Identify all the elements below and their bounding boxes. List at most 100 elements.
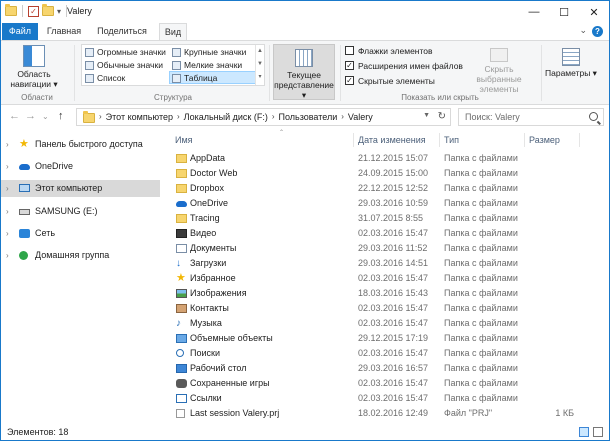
column-divider[interactable] [579, 133, 580, 147]
details-view-icon[interactable] [579, 427, 589, 437]
hide-selected-button[interactable]: Скрыть выбранные элементы [461, 48, 537, 94]
expand-chevron-icon[interactable]: › [6, 225, 9, 242]
file-row[interactable]: Dropbox 22.12.2015 12:52 Папка с файлами [169, 181, 607, 196]
tab-share[interactable]: Поделиться [89, 23, 155, 40]
file-row[interactable]: Tracing 31.07.2015 8:55 Папка с файлами [169, 211, 607, 226]
breadcrumb-this-pc[interactable]: Этот компьютер [106, 112, 173, 122]
collapse-ribbon-icon[interactable]: ⌄ [579, 25, 587, 36]
properties-icon[interactable]: ✓ [28, 5, 39, 17]
nav-item-quick-access[interactable]: › ★ Панель быстрого доступа [1, 136, 160, 153]
back-button[interactable]: ← [9, 110, 20, 122]
star-icon: ★ [19, 138, 29, 150]
file-row[interactable]: Ссылки 02.03.2016 15:47 Папка с файлами [169, 391, 607, 406]
file-row[interactable]: Сохраненные игры 02.03.2016 15:47 Папка с … [169, 376, 607, 391]
customize-toolbar-icon[interactable]: ▾ [57, 7, 61, 16]
file-date: 18.02.2016 12:49 [358, 408, 429, 418]
file-type: Папка с файлами [444, 258, 518, 268]
file-row[interactable]: Рабочий стол 29.03.2016 16:57 Папка с файл… [169, 361, 607, 376]
close-button[interactable]: ✕ [579, 1, 609, 23]
options-button[interactable]: Параметры ▾ [545, 48, 597, 78]
folder-icon [176, 184, 187, 193]
column-divider[interactable] [524, 133, 525, 147]
checkbox[interactable]: ✓ [345, 61, 354, 70]
folder-icon [176, 169, 187, 178]
file-type: Папка с файлами [444, 318, 518, 328]
file-name: Загрузки [190, 258, 227, 268]
layout-details[interactable]: Таблица [169, 71, 256, 84]
expand-chevron-icon[interactable]: › [6, 247, 9, 264]
column-header-date[interactable]: Дата изменения [358, 131, 426, 149]
breadcrumb-local-disk[interactable]: Локальный диск (F:) [184, 112, 268, 122]
nav-item-network[interactable]: › Сеть [1, 225, 160, 242]
file-row[interactable]: Изображения 18.03.2016 15:43 Папка с файла… [169, 286, 607, 301]
file-row[interactable]: OneDrive 29.03.2016 10:59 Папка с файлами [169, 196, 607, 211]
file-row[interactable]: Объемные объекты 29.12.2015 17:19 Папка с … [169, 331, 607, 346]
column-divider[interactable] [353, 133, 354, 147]
new-folder-icon[interactable] [42, 4, 54, 16]
file-date: 29.03.2016 10:59 [358, 198, 429, 208]
list-icon [85, 74, 94, 83]
file-row[interactable]: ↓ Загрузки 29.03.2016 14:51 Папка с файлами [169, 256, 607, 271]
current-view-button[interactable]: Текущее представление ▾ [273, 44, 335, 100]
nav-item-samsung-drive[interactable]: › SAMSUNG (E:) [1, 203, 160, 220]
breadcrumb-users[interactable]: Пользователи [279, 112, 338, 122]
nav-item-onedrive[interactable]: › OneDrive [1, 158, 160, 175]
column-header-name[interactable]: Имя [175, 131, 193, 149]
expand-chevron-icon[interactable]: › [6, 136, 9, 153]
refresh-icon[interactable]: ↻ [438, 111, 446, 122]
music-icon: ♪ [176, 318, 181, 329]
homegroup-icon [19, 251, 28, 260]
search-input[interactable]: Поиск: Valery [458, 108, 604, 126]
navigation-pane-button[interactable]: Область навигации ▾ [5, 45, 63, 89]
file-extensions-toggle[interactable]: ✓ Расширения имен файлов [345, 60, 463, 72]
address-dropdown-icon[interactable]: ▼ [423, 112, 430, 119]
expand-chevron-icon[interactable]: › [6, 158, 9, 175]
drive-icon [19, 209, 30, 215]
layout-medium-icons[interactable]: Обычные значки [83, 59, 169, 72]
up-button[interactable]: ↑ [58, 110, 64, 122]
file-size: 1 КБ [555, 408, 574, 418]
tab-home[interactable]: Главная [43, 23, 85, 40]
file-row[interactable]: Видео 02.03.2016 15:47 Папка с файлами [169, 226, 607, 241]
file-row[interactable]: ★ Избранное 02.03.2016 15:47 Папка с файлам… [169, 271, 607, 286]
minimize-button[interactable]: — [519, 1, 549, 23]
maximize-button[interactable]: ☐ [549, 1, 579, 23]
file-date: 21.12.2015 15:07 [358, 153, 429, 163]
expand-chevron-icon[interactable]: › [6, 180, 9, 197]
window-title: Valery [67, 6, 92, 16]
nav-item-this-pc[interactable]: › Этот компьютер [1, 180, 160, 197]
expand-chevron-icon[interactable]: › [6, 203, 9, 220]
hide-selected-icon [490, 48, 508, 62]
file-name: Doctor Web [190, 168, 238, 178]
large-icons-view-icon[interactable] [593, 427, 603, 437]
forward-button[interactable]: → [25, 110, 36, 122]
address-bar[interactable]: › Этот компьютер › Локальный диск (F:) ›… [76, 108, 451, 126]
file-row[interactable]: Документы 29.03.2016 11:52 Папка с файлами [169, 241, 607, 256]
star-icon: ★ [176, 272, 186, 284]
layout-list[interactable]: Список [83, 72, 169, 85]
file-row[interactable]: Поиски 02.03.2016 15:47 Папка с файлами [169, 346, 607, 361]
file-row[interactable]: Doctor Web 24.09.2015 15:00 Папка с файлам… [169, 166, 607, 181]
file-row[interactable]: AppData 21.12.2015 15:07 Папка с файлами [169, 151, 607, 166]
checkbox[interactable] [345, 46, 354, 55]
layout-gallery-scroll[interactable]: ▲ ▼ ▾ [255, 45, 264, 85]
breadcrumb-valery[interactable]: Valery [348, 112, 373, 122]
column-header-type[interactable]: Тип [444, 131, 459, 149]
file-type: Папка с файлами [444, 183, 518, 193]
nav-item-homegroup[interactable]: › Домашняя группа [1, 247, 160, 264]
recent-locations-button[interactable]: ⌄ [42, 112, 49, 121]
tab-file[interactable]: Файл [2, 23, 38, 40]
file-row[interactable]: Контакты 02.03.2016 15:47 Папка с файлами [169, 301, 607, 316]
tab-view[interactable]: Вид [159, 23, 187, 41]
item-checkboxes-toggle[interactable]: Флажки элементов [345, 45, 433, 57]
checkbox[interactable]: ✓ [345, 76, 354, 85]
help-icon[interactable]: ? [592, 26, 603, 37]
file-date: 02.03.2016 15:47 [358, 273, 429, 283]
column-header-size[interactable]: Размер [529, 131, 560, 149]
hidden-items-toggle[interactable]: ✓ Скрытые элементы [345, 75, 435, 87]
file-row[interactable]: Last session Valery.prj 18.02.2016 12:49 Ф… [169, 406, 607, 421]
column-divider[interactable] [439, 133, 440, 147]
layout-huge-icons[interactable]: Огромные значки [83, 46, 169, 59]
file-row[interactable]: ♪ Музыка 02.03.2016 15:47 Папка с файлами [169, 316, 607, 331]
layout-large-icons[interactable]: Крупные значки [170, 46, 256, 59]
